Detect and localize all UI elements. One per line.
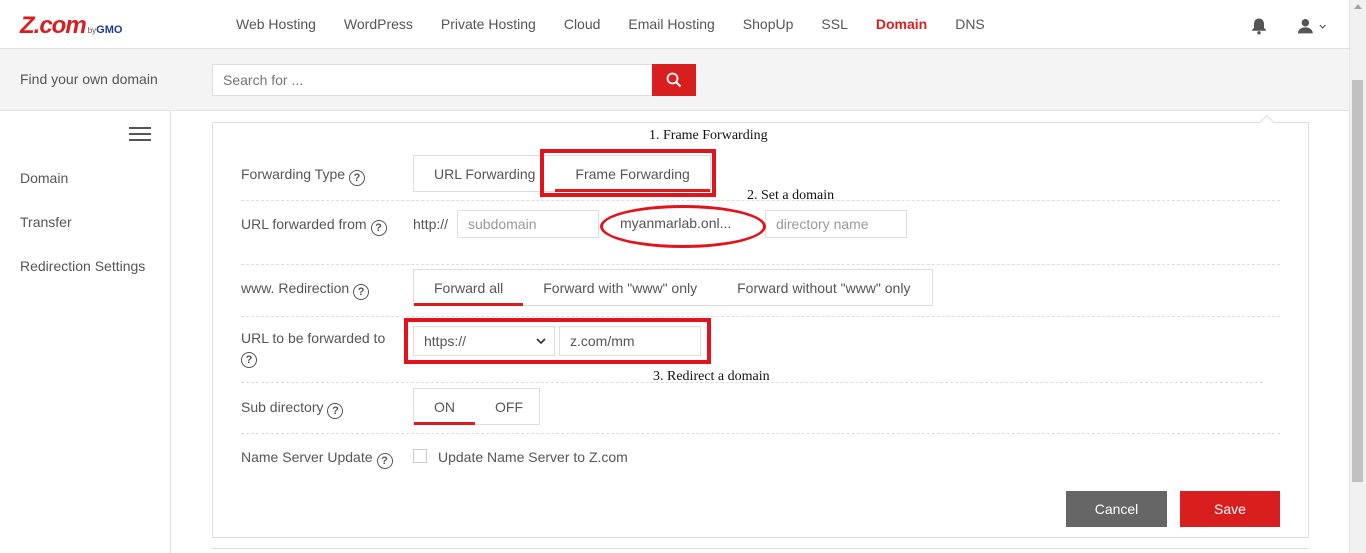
nav-domain[interactable]: Domain	[862, 0, 941, 48]
help-icon[interactable]: ?	[349, 170, 366, 186]
name-server-label: Name Server Update?	[241, 449, 393, 469]
annotation-step-3: 3. Redirect a domain	[653, 369, 770, 384]
http-prefix: http://	[413, 216, 449, 232]
domain-search-band: Find your own domain	[0, 49, 1349, 111]
save-button[interactable]: Save	[1180, 491, 1280, 527]
help-icon[interactable]: ?	[327, 403, 344, 419]
url-forwarding-option[interactable]: URL Forwarding	[414, 156, 555, 191]
user-menu[interactable]	[1297, 16, 1327, 36]
help-icon[interactable]: ?	[376, 453, 393, 469]
search-icon	[666, 72, 682, 88]
sidebar-item-transfer[interactable]: Transfer	[20, 214, 72, 230]
nav-private-hosting[interactable]: Private Hosting	[427, 0, 550, 48]
url-to-label: URL to be forwarded to?	[241, 330, 386, 368]
nav-wordpress[interactable]: WordPress	[330, 0, 427, 48]
sub-directory-label: Sub directory?	[241, 399, 344, 419]
nav-web-hosting[interactable]: Web Hosting	[222, 0, 330, 48]
scroll-up-arrow-icon[interactable]	[1354, 4, 1362, 9]
nav-ssl[interactable]: SSL	[807, 0, 861, 48]
annotation-step-1: 1. Frame Forwarding	[649, 128, 768, 143]
www-redirection-toggle: Forward all Forward with "www" only Forw…	[413, 269, 933, 306]
main-nav: Web Hosting WordPress Private Hosting Cl…	[222, 0, 999, 48]
domain-select[interactable]: myanmarlab.onl...	[610, 210, 754, 238]
help-icon[interactable]: ?	[370, 220, 387, 236]
search-button[interactable]	[652, 64, 696, 96]
forward-with-www-option[interactable]: Forward with "www" only	[523, 270, 717, 305]
nav-email-hosting[interactable]: Email Hosting	[614, 0, 728, 48]
help-icon[interactable]: ?	[241, 352, 257, 368]
help-icon[interactable]: ?	[353, 284, 370, 300]
sub-directory-toggle: ON OFF	[413, 388, 540, 425]
divider	[241, 433, 1280, 434]
update-name-server-checkbox[interactable]	[413, 449, 427, 463]
nav-dns[interactable]: DNS	[941, 0, 999, 48]
cancel-button[interactable]: Cancel	[1066, 491, 1167, 527]
forward-without-www-option[interactable]: Forward without "www" only	[717, 270, 930, 305]
forward-all-option[interactable]: Forward all	[414, 270, 524, 306]
sidebar-item-domain[interactable]: Domain	[20, 170, 68, 186]
chevron-down-icon	[536, 338, 546, 345]
zcom-logo[interactable]: Z.com by GMO	[20, 12, 122, 40]
search-label: Find your own domain	[20, 71, 158, 87]
user-icon	[1297, 19, 1313, 34]
divider	[241, 316, 1280, 317]
sidebar-item-redirection-settings[interactable]: Redirection Settings	[20, 258, 145, 274]
panel-bottom-edge	[212, 548, 1309, 553]
www-redirection-label: www. Redirection?	[241, 280, 370, 300]
update-name-server-label: Update Name Server to Z.com	[438, 449, 628, 465]
sub-directory-on-option[interactable]: ON	[414, 389, 475, 425]
frame-forwarding-option[interactable]: Frame Forwarding	[555, 156, 711, 192]
chevron-down-icon	[1319, 24, 1326, 29]
forwarding-type-toggle: URL Forwarding Frame Forwarding	[413, 155, 711, 192]
divider	[241, 264, 1280, 265]
hamburger-menu-icon[interactable]	[129, 127, 151, 141]
url-from-label: URL forwarded from?	[241, 216, 387, 236]
subdomain-input[interactable]: subdomain	[457, 210, 599, 238]
nav-shopup[interactable]: ShopUp	[729, 0, 808, 48]
bell-icon[interactable]	[1250, 17, 1268, 35]
protocol-select[interactable]: https://	[413, 326, 555, 356]
forwarding-type-label: Forwarding Type?	[241, 166, 366, 186]
sub-directory-off-option[interactable]: OFF	[475, 389, 543, 424]
annotation-step-2: 2. Set a domain	[747, 188, 835, 203]
destination-url-input[interactable]: z.com/mm	[559, 326, 701, 356]
scrollbar-thumb[interactable]	[1352, 80, 1363, 482]
nav-cloud[interactable]: Cloud	[550, 0, 615, 48]
search-input[interactable]	[212, 64, 653, 96]
sidebar: Domain Transfer Redirection Settings	[0, 111, 171, 553]
top-navbar: Z.com by GMO Web Hosting WordPress Priva…	[0, 0, 1349, 49]
directory-input[interactable]: directory name	[765, 210, 907, 238]
